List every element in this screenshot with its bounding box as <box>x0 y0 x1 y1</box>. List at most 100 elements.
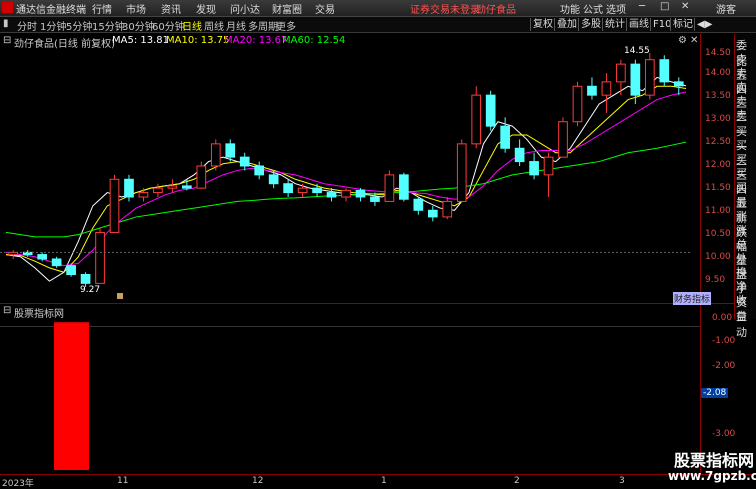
candle[interactable] <box>616 59 626 96</box>
title-stock-name: 劲仔食品 <box>476 5 516 16</box>
candle[interactable] <box>153 183 163 197</box>
tab-5min[interactable]: 5分钟 <box>66 18 92 33</box>
tab-more[interactable]: 更多 <box>276 18 296 33</box>
close-icon[interactable]: ✕ <box>681 1 689 12</box>
tab-multi-period[interactable]: 多周期 <box>248 18 278 33</box>
multi-stock-button[interactable]: 多股 <box>578 18 603 31</box>
indicator-signal-bar <box>54 322 89 470</box>
candle[interactable] <box>572 81 583 127</box>
candle[interactable] <box>210 139 221 171</box>
tab-30min[interactable]: 30分钟 <box>122 18 155 33</box>
candle[interactable] <box>529 152 539 180</box>
menu-item-formula[interactable]: 公式 <box>583 1 603 16</box>
candle[interactable] <box>341 188 351 202</box>
indicator-chart[interactable] <box>0 304 700 474</box>
candle[interactable] <box>109 174 120 233</box>
kline-chart[interactable] <box>0 34 700 302</box>
overlay-button[interactable]: 叠加 <box>554 18 579 31</box>
candle[interactable] <box>630 59 641 104</box>
price-tick: 10.50 <box>705 229 731 239</box>
candle[interactable] <box>196 161 207 189</box>
watermark-url: www.7gpzb.com <box>668 469 756 483</box>
price-tick: 13.00 <box>705 114 731 124</box>
pager-button[interactable]: ◀▶ <box>694 18 714 31</box>
candle[interactable] <box>138 188 149 202</box>
tab-weekly[interactable]: 周线 <box>204 18 224 33</box>
statistics-button[interactable]: 统计 <box>602 18 627 31</box>
candle-body <box>514 147 525 163</box>
high-price-label: 14.55 <box>624 46 650 56</box>
candle[interactable] <box>601 73 612 113</box>
candle[interactable] <box>558 117 568 158</box>
candle[interactable] <box>399 172 409 202</box>
menu-item-discover[interactable]: 发现 <box>196 1 216 16</box>
candle[interactable] <box>485 90 496 131</box>
indicator-current-value: -2.08 <box>701 388 729 398</box>
candle[interactable] <box>312 183 322 197</box>
price-axis-border <box>700 34 701 474</box>
time-axis <box>0 474 756 488</box>
candle[interactable] <box>297 183 308 197</box>
candle-body <box>427 209 438 218</box>
tab-intraday[interactable]: 分时 <box>17 18 37 33</box>
menu-item-function[interactable]: 功能 <box>560 1 580 16</box>
minimize-icon[interactable]: ─ <box>639 1 645 12</box>
tab-60min[interactable]: 60分钟 <box>152 18 185 33</box>
auto-button[interactable]: 自动 <box>736 308 756 340</box>
tab-15min[interactable]: 15分钟 <box>92 18 125 33</box>
candle[interactable] <box>644 53 655 100</box>
candle[interactable] <box>471 86 482 149</box>
menu-item-wenxiaoda[interactable]: 问小达 <box>230 1 260 16</box>
candle[interactable] <box>659 55 670 87</box>
candle-body <box>587 85 597 96</box>
event-marker-icon[interactable] <box>117 293 123 299</box>
candle-body <box>297 187 308 194</box>
sidebar-toggle-icon[interactable]: ▮ <box>3 18 9 29</box>
candle[interactable] <box>283 179 293 197</box>
candle[interactable] <box>355 188 366 202</box>
login-notice[interactable]: 证券交易未登录 <box>410 1 480 16</box>
restore-rights-button[interactable]: 复权 <box>530 18 555 31</box>
user-label[interactable]: 游客 <box>716 1 736 16</box>
menu-item-quotes[interactable]: 行情 <box>92 1 112 16</box>
candle[interactable] <box>51 256 62 268</box>
menu-item-market[interactable]: 市场 <box>126 1 146 16</box>
tab-daily[interactable]: 日线 <box>182 18 202 33</box>
candle-body <box>673 81 684 87</box>
candle[interactable] <box>95 228 105 284</box>
candle-body <box>500 125 510 149</box>
menu-item-trade[interactable]: 交易 <box>315 1 335 16</box>
draw-line-button[interactable]: 画线 <box>626 18 651 31</box>
tab-monthly[interactable]: 月线 <box>226 18 246 33</box>
candle[interactable] <box>587 77 597 100</box>
candle-body <box>283 183 293 194</box>
menu-item-fortune[interactable]: 财富圈 <box>272 1 302 16</box>
candle-body <box>268 174 279 185</box>
candle-body <box>109 178 120 233</box>
candle[interactable] <box>8 250 19 259</box>
candle[interactable] <box>543 152 554 197</box>
tab-1min[interactable]: 1分钟 <box>40 18 66 33</box>
time-tick: 1 <box>381 476 387 486</box>
maximize-icon[interactable]: □ <box>660 1 669 12</box>
candle-body <box>326 192 337 198</box>
candle[interactable] <box>514 139 525 166</box>
price-tick: 14.00 <box>705 68 731 78</box>
menu-item-news[interactable]: 资讯 <box>161 1 181 16</box>
indicator-tick: -2.00 <box>712 361 736 371</box>
candle-body <box>254 165 265 176</box>
candle[interactable] <box>167 179 178 193</box>
candle[interactable] <box>427 205 438 222</box>
candle[interactable] <box>384 170 395 202</box>
candle[interactable] <box>66 263 76 277</box>
candle[interactable] <box>124 174 134 202</box>
candle[interactable] <box>254 161 265 180</box>
mark-button[interactable]: 标记 <box>670 18 695 31</box>
menu-item-options[interactable]: 选项 <box>606 1 626 16</box>
candle-body <box>616 63 626 83</box>
candle[interactable] <box>442 197 453 220</box>
candle[interactable] <box>413 197 424 215</box>
candle-body <box>456 143 467 202</box>
candle[interactable] <box>456 139 467 202</box>
candle[interactable] <box>239 152 250 171</box>
